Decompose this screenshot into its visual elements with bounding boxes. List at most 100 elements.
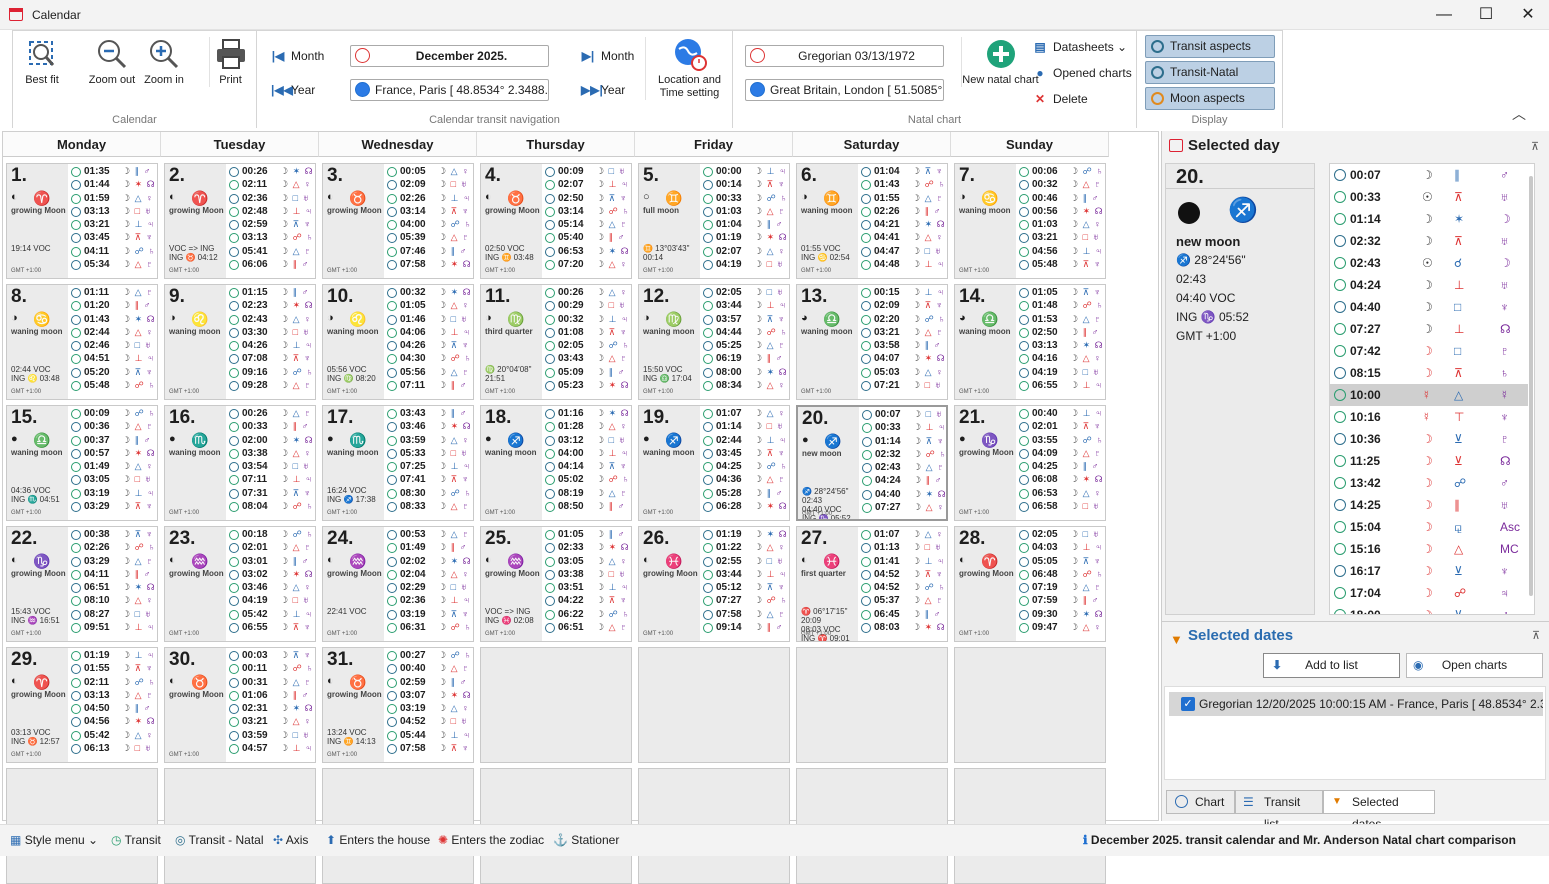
aspect-row[interactable]: 03:44 ☽ ⊥ ♃ [701,299,789,312]
aspect-row[interactable]: 03:38 ☽ □ ♅ [543,568,631,581]
aspect-row[interactable]: 02:00 ☽ ✶ ☊ [227,434,315,447]
aspect-row[interactable]: 05:20 ☽ ⊼ ♆ [69,366,157,379]
aspect-row[interactable]: 00:57 ☽ ✶ ☊ [69,447,157,460]
aspect-row[interactable]: 04:36 ☽ △ ♇ [701,473,789,486]
aspect-row[interactable]: 06:58 ☽ □ ♅ [1017,500,1105,513]
aspect-row[interactable]: 07:25 ☽ ⊥ ♃ [385,460,473,473]
add-to-list-button[interactable]: ⬇ Add to list [1263,653,1400,678]
day-cell[interactable]: 3. ◐ ♉ growing Moon GMT +1:00 00:05 ☽ △ ♀ 02:09… [322,163,474,279]
aspect-row[interactable]: 02:50 ☽ ∥ ♂ [1017,326,1105,339]
aspect-row[interactable]: 04:52 ☽ ⊼ ♆ [859,568,947,581]
aspect-row[interactable]: 04:19 ☽ □ ♅ [227,594,315,607]
aspect-list-row[interactable]: 00:07 ☽ ∥ ♂ [1330,164,1528,186]
day-cell[interactable]: 15. ● ♎ waning moon 04:36 VOC ING ♏ 04:51 GMT … [6,405,158,521]
aspect-row[interactable]: 02:43 ☽ △ ♀ [227,313,315,326]
aspect-row[interactable]: 01:19 ☽ ⊥ ♃ [69,649,157,662]
aspect-row[interactable]: 01:46 ☽ □ ♅ [385,313,473,326]
day-cell[interactable]: 18. ● ♐ waning moon GMT +1:00 01:16 ☽ ✶ ☊ 01:28… [480,405,632,521]
aspect-row[interactable]: 03:30 ☽ □ ♅ [227,326,315,339]
aspect-row[interactable]: 01:55 ☽ △ ♇ [859,192,947,205]
aspect-row[interactable]: 01:14 ☽ □ ♅ [701,420,789,433]
aspect-row[interactable]: 05:05 ☽ ⊼ ♆ [1017,555,1105,568]
aspect-row[interactable]: 01:05 ☽ ∥ ♂ [543,528,631,541]
aspect-row[interactable]: 02:46 ☽ □ ♅ [69,339,157,352]
aspect-row[interactable]: 00:53 ☽ △ ♇ [385,528,473,541]
aspect-row[interactable]: 05:48 ☽ ☍ ♄ [69,379,157,392]
day-cell[interactable]: 1. ◐ ♈ growing Moon 19:14 VOC GMT +1:00 01:35 ☽… [6,163,158,279]
transit-aspects-toggle[interactable]: Transit aspects [1145,35,1275,58]
day-cell[interactable]: 10. ◑ ♌ waning moon 05:56 VOC ING ♍ 08:20 GMT … [322,284,474,400]
aspect-row[interactable]: 05:09 ☽ ∥ ♂ [543,366,631,379]
aspect-row[interactable]: 01:07 ☽ △ ♀ [859,528,947,541]
moon-aspects-toggle[interactable]: Moon aspects [1145,87,1275,110]
aspect-row[interactable]: 09:30 ☽ ✶ ☊ [1017,608,1105,621]
style-menu-button[interactable]: ▦ Style menu ⌄ [10,833,98,847]
aspect-row[interactable]: 02:04 ☽ △ ♀ [385,568,473,581]
aspect-row[interactable]: 01:11 ☽ △ ♇ [69,286,157,299]
day-cell[interactable]: 31. ◐ ♉ growing Moon 13:24 VOC ING ♊ 14:13 GMT… [322,647,474,763]
aspect-row[interactable]: 06:31 ☽ ☍ ♄ [385,621,473,634]
empty-day-cell[interactable] [796,647,948,763]
aspect-row[interactable]: 08:10 ☽ △ ♀ [69,594,157,607]
aspect-row[interactable]: 02:09 ☽ ⊼ ♆ [859,299,947,312]
aspect-row[interactable]: 04:26 ☽ ⊼ ♆ [385,339,473,352]
aspect-row[interactable]: 05:48 ☽ ⊼ ♆ [1017,258,1105,271]
day-cell[interactable]: 5. ○ ♊ full moon ♊ 13°03'43" 00:14 GMT +1:00 00… [638,163,790,279]
year-next-button[interactable]: ▶▶|Year [581,81,625,99]
aspect-row[interactable]: 00:05 ☽ △ ♀ [385,165,473,178]
day-cell[interactable]: 20. ● ♐ new moon ♐ 28°24'56" 02:43 04:40 VOC IN… [796,405,948,521]
year-prev-button[interactable]: |◀◀Year [271,81,315,99]
aspect-row[interactable]: 02:11 ☽ ☍ ♄ [69,676,157,689]
day-cell[interactable]: 12. ◑ ♍ waning moon 15:50 VOC ING ♎ 17:04 GMT … [638,284,790,400]
aspect-row[interactable]: 03:59 ☽ □ ♅ [227,729,315,742]
aspect-row[interactable]: 03:43 ☽ ∥ ♂ [385,407,473,420]
natal-date-field[interactable]: Gregorian 03/13/1972 [745,45,944,67]
aspect-row[interactable]: 01:41 ☽ ⊥ ♃ [859,555,947,568]
aspect-row[interactable]: 02:01 ☽ ⊼ ♆ [1017,420,1105,433]
aspect-row[interactable]: 06:22 ☽ ☍ ♄ [543,608,631,621]
day-cell[interactable]: 6. ◑ ♊ waning moon 01:55 VOC ING ♋ 02:54 GMT +… [796,163,948,279]
datasheets-button[interactable]: ▤ Datasheets ⌄ [1033,38,1127,56]
aspect-row[interactable]: 01:03 ☽ △ ♀ [1017,218,1105,231]
day-cell[interactable]: 24. ◐ ♒ growing Moon 22:41 VOC GMT +1:00 00:53… [322,526,474,642]
aspect-row[interactable]: 03:57 ☽ ⊼ ♆ [701,313,789,326]
day-cell[interactable]: 30. ◐ ♉ growing Moon GMT +1:00 00:03 ☽ ⊼ ♆ 00:1… [164,647,316,763]
aspect-row[interactable]: 00:00 ☽ ⊥ ♃ [701,165,789,178]
aspect-list-row[interactable]: 02:32 ☽ ⊼ ♅ [1330,230,1528,252]
day-cell[interactable]: 14. ◕ ♎ waning moon GMT +1:00 01:05 ☽ ⊼ ♆ 01:48… [954,284,1106,400]
delete-button[interactable]: ✕ Delete [1033,90,1088,108]
aspect-row[interactable]: 02:44 ☽ ⊥ ♃ [701,434,789,447]
aspect-row[interactable]: 07:59 ☽ ∥ ♂ [1017,594,1105,607]
aspect-row[interactable]: 06:51 ☽ ✶ ☊ [69,581,157,594]
aspect-row[interactable]: 00:38 ☽ ⊼ ♆ [69,528,157,541]
aspect-row[interactable]: 02:36 ☽ □ ♅ [227,192,315,205]
aspect-row[interactable]: 05:23 ☽ ✶ ☊ [543,379,631,392]
aspect-row[interactable]: 03:51 ☽ ⊥ ♃ [543,581,631,594]
aspect-row[interactable]: 03:29 ☽ ⊼ ♆ [69,500,157,513]
aspect-list-row[interactable]: 15:16 ☽ △ MC [1330,538,1528,560]
aspect-row[interactable]: 02:09 ☽ □ ♅ [385,178,473,191]
aspect-row[interactable]: 04:48 ☽ ⊥ ♃ [859,258,947,271]
aspect-row[interactable]: 03:13 ☽ △ ♇ [69,689,157,702]
aspect-row[interactable]: 07:08 ☽ ⊼ ♆ [227,352,315,365]
aspect-row[interactable]: 00:07 ☽ □ ♅ [860,408,946,421]
aspect-row[interactable]: 00:36 ☽ △ ♇ [69,420,157,433]
aspect-row[interactable]: 08:33 ☽ △ ♇ [385,500,473,513]
aspect-row[interactable]: 03:14 ☽ ☍ ♄ [543,205,631,218]
aspect-row[interactable]: 00:32 ☽ △ ♇ [1017,178,1105,191]
aspect-row[interactable]: 05:12 ☽ ⊼ ♆ [701,581,789,594]
day-cell[interactable]: 21. ● ♑ growing Moon GMT +1:00 00:40 ☽ ⊥ ♃ 02:0… [954,405,1106,521]
aspect-row[interactable]: 00:32 ☽ ⊥ ♃ [543,313,631,326]
aspect-row[interactable]: 00:27 ☽ ☍ ♄ [385,649,473,662]
aspect-row[interactable]: 05:39 ☽ △ ♇ [385,231,473,244]
aspect-row[interactable]: 02:11 ☽ △ ♀ [227,178,315,191]
aspect-row[interactable]: 03:54 ☽ □ ♅ [227,460,315,473]
month-prev-button[interactable]: |◀ Month [271,47,325,65]
aspect-row[interactable]: 05:37 ☽ △ ♇ [859,594,947,607]
aspect-row[interactable]: 03:45 ☽ ⊼ ♆ [69,231,157,244]
aspect-row[interactable]: 04:07 ☽ ✶ ☊ [859,352,947,365]
aspect-row[interactable]: 00:14 ☽ ⊼ ♆ [701,178,789,191]
aspect-row[interactable]: 01:53 ☽ △ ♇ [1017,313,1105,326]
aspect-row[interactable]: 02:55 ☽ □ ♅ [701,555,789,568]
aspect-row[interactable]: 01:55 ☽ ⊼ ♆ [69,662,157,675]
